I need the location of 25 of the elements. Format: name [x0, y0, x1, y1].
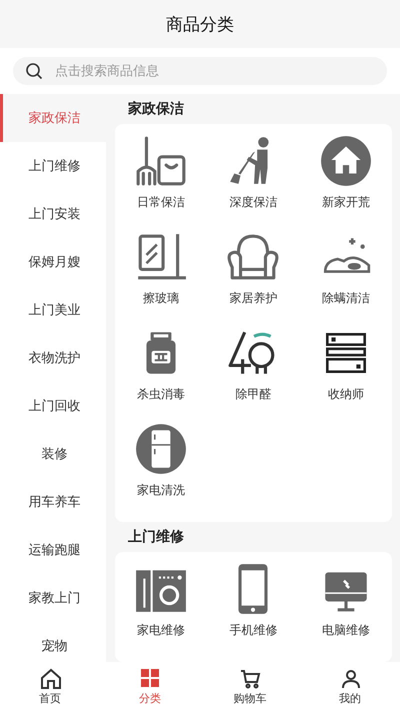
service-item[interactable]: 深度保洁: [207, 134, 300, 230]
service-item[interactable]: 杀虫消毒: [115, 326, 208, 422]
service-item[interactable]: 日常保洁: [115, 134, 208, 230]
service-item[interactable]: 擦玻璃: [115, 230, 208, 326]
home-icon: [39, 667, 61, 689]
service-item[interactable]: 收纳师: [300, 326, 392, 422]
service-item[interactable]: 除甲醛: [207, 326, 300, 422]
service-item[interactable]: 电脑维修: [300, 562, 392, 658]
service-item[interactable]: 手机维修: [207, 562, 300, 658]
category-item[interactable]: 家政保洁: [0, 94, 106, 142]
person-icon: [339, 667, 361, 689]
search-field[interactable]: 点击搜索商品信息: [13, 57, 387, 85]
section-title: 上门维修: [127, 528, 185, 547]
grid-icon: [139, 667, 161, 689]
service-item[interactable]: 除螨清洁: [300, 230, 392, 326]
service-item[interactable]: 家电清洗: [115, 422, 208, 518]
page-title: 商品分类: [166, 14, 234, 36]
service-item[interactable]: 家电维修: [115, 562, 208, 658]
service-item[interactable]: 家居养护: [207, 230, 300, 326]
service-item[interactable]: 新家开荒: [300, 134, 392, 230]
fridge-icon: [134, 422, 188, 476]
broom-bucket-icon: [134, 134, 188, 188]
cart-icon: [239, 667, 261, 689]
section-title: 家政保洁: [127, 100, 185, 119]
house-icon: [318, 134, 373, 188]
